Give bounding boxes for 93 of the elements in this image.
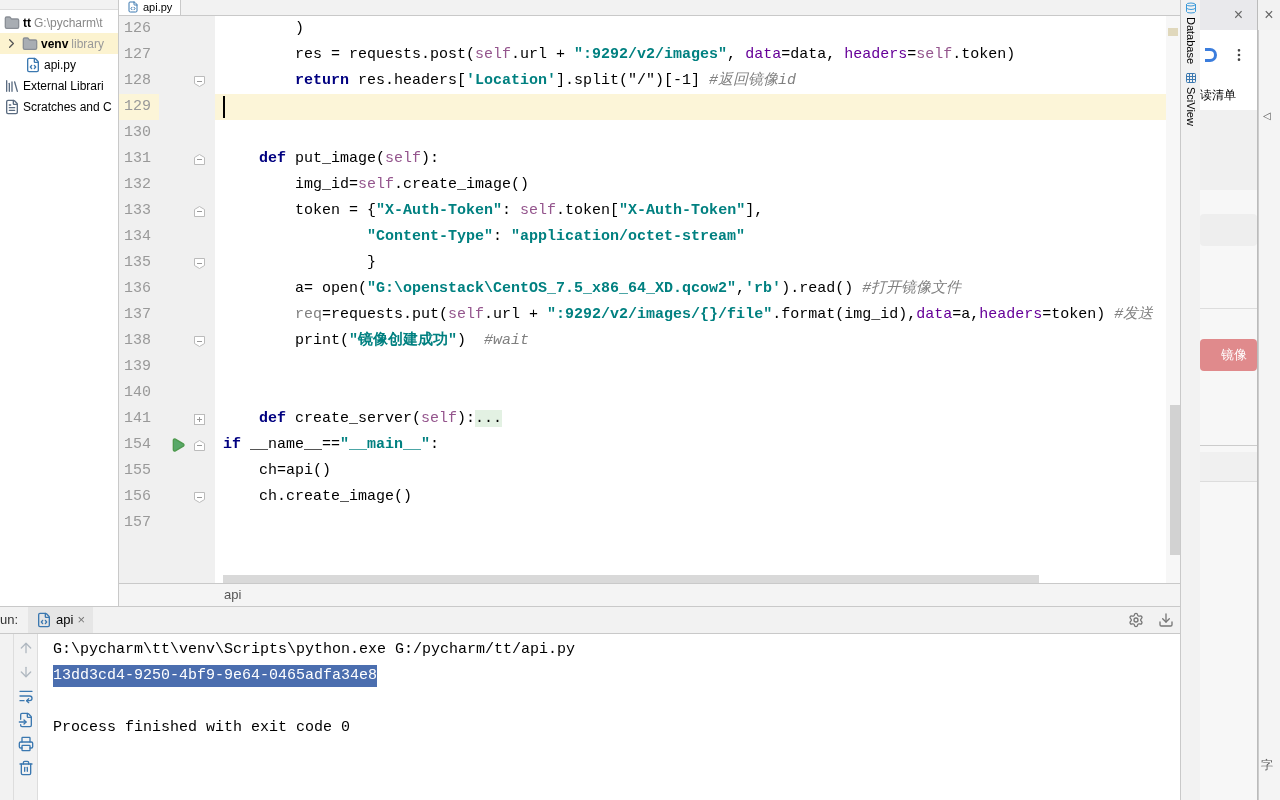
code-text: ) <box>294 18 304 39</box>
code-text: res = requests.post(self.url + ":9292/v2/images", data=data, headers=self.token) <box>294 44 1016 65</box>
close-button[interactable]: × <box>77 610 86 630</box>
code-text: def put_image(self): <box>258 148 440 169</box>
line-number: 130 <box>123 122 152 143</box>
tree-item[interactable]: tt G:\pycharm\t <box>0 12 118 33</box>
tree-note: library <box>71 35 105 53</box>
tree-label: tt <box>23 14 31 32</box>
line-number: 155 <box>123 460 152 481</box>
horizontal-scrollbar[interactable] <box>223 575 1039 583</box>
fold-icon[interactable] <box>194 75 205 87</box>
code-text: a= open("G:\openstack\CentOS_7.5_x86_64_XD.qcow2",'rb').read() #打开镜像文件 <box>294 278 962 299</box>
vertical-scrollbar[interactable] <box>1170 405 1180 555</box>
close-button[interactable]: × <box>1233 3 1243 27</box>
wrap-icon[interactable] <box>17 688 34 704</box>
status-text: 字 <box>1261 757 1273 774</box>
fold-icon[interactable] <box>194 439 205 451</box>
run-label: un: <box>0 611 19 630</box>
code-text: token = {"X-Auth-Token": self.token["X-Auth-Token"], <box>294 200 764 221</box>
line-number: 129 <box>119 94 159 120</box>
tab-label: api.py <box>143 1 173 13</box>
error-marker <box>1168 28 1178 36</box>
extension-icon[interactable] <box>1205 48 1217 62</box>
line-number: 136 <box>123 278 152 299</box>
fold-icon[interactable] <box>194 335 205 347</box>
line-number: 154 <box>123 434 152 455</box>
line-number: 137 <box>123 304 152 325</box>
python-file-icon <box>25 56 41 73</box>
import-icon[interactable] <box>17 712 34 728</box>
line-number: 133 <box>123 200 152 221</box>
line-number: 135 <box>123 252 152 273</box>
download-icon[interactable] <box>1158 612 1174 628</box>
scroll-left-button[interactable]: ◁ <box>1263 108 1271 123</box>
line-number: 139 <box>123 356 152 377</box>
tree-item[interactable]: Scratches and C <box>0 96 118 117</box>
line-number: 141 <box>123 408 152 429</box>
close-button[interactable]: × <box>1264 3 1274 27</box>
tool-window-tab[interactable]: Database <box>1182 2 1199 65</box>
tree-item[interactable]: venv library <box>0 33 118 54</box>
tree-label: External Librari <box>23 77 104 95</box>
run-tab[interactable]: api × <box>28 607 94 633</box>
trash-icon[interactable] <box>17 760 34 776</box>
fold-icon[interactable] <box>194 257 205 269</box>
code-text: ch=api() <box>258 460 332 481</box>
database-icon <box>1184 2 1197 14</box>
tool-window-tab[interactable]: SciView <box>1182 72 1199 127</box>
code-text: def create_server(self):... <box>258 408 503 429</box>
unfold-icon[interactable] <box>194 413 205 425</box>
line-number: 128 <box>123 70 152 91</box>
tree-item[interactable]: api.py <box>0 54 118 75</box>
line-number: 140 <box>123 382 152 403</box>
fold-icon[interactable] <box>194 153 205 165</box>
reading-list-button[interactable]: 读清单 <box>1200 86 1236 104</box>
code-text: ch.create_image() <box>258 486 413 507</box>
console-line: Process finished with exit code 0 <box>53 717 351 738</box>
tree-path: G:\pycharm\t <box>34 14 103 32</box>
code-text: if __name__=="__main__": <box>223 434 440 455</box>
code-text: req=requests.put(self.url + ":9292/v2/images/{}/file".format(img_id),data=a,headers=token) #发送 <box>294 304 1154 325</box>
tree-item[interactable]: External Librari <box>0 75 118 96</box>
code-text: img_id=self.create_image() <box>294 174 530 195</box>
line-number: 157 <box>123 512 152 533</box>
tree-label: Scratches and C <box>23 98 112 116</box>
editor-tab[interactable]: api.py <box>119 0 182 15</box>
line-number: 126 <box>123 18 152 39</box>
libraries-icon <box>4 77 20 94</box>
tree-label: venv <box>41 35 69 53</box>
text-cursor <box>223 96 225 118</box>
scratches-icon <box>4 98 20 115</box>
line-number: 132 <box>123 174 152 195</box>
tab-label: api <box>56 611 74 630</box>
line-number: 131 <box>123 148 152 169</box>
tree-label: api.py <box>44 56 77 74</box>
code-text: "Content-Type": "application/octet-stream" <box>366 226 746 247</box>
grid-icon <box>1184 72 1197 85</box>
run-icon[interactable] <box>170 437 186 453</box>
python-file-icon <box>36 612 53 628</box>
folder-icon <box>4 14 20 31</box>
breadcrumb[interactable]: api <box>224 585 242 605</box>
folder-icon <box>22 35 38 52</box>
line-number: 127 <box>123 44 152 65</box>
fold-icon[interactable] <box>194 205 205 217</box>
line-number: 138 <box>123 330 152 351</box>
line-number: 156 <box>123 486 152 507</box>
code-text: } <box>366 252 377 273</box>
fold-icon[interactable] <box>194 491 205 503</box>
tool-window-label: Database <box>1183 17 1198 65</box>
code-text: return res.headers['Location'].split("/")[-1] #返回镜像id <box>294 70 797 91</box>
print-icon[interactable] <box>17 736 34 752</box>
code-text: print("镜像创建成功") #wait <box>294 330 530 351</box>
python-file-icon <box>127 1 139 13</box>
tool-window-label: SciView <box>1183 87 1198 127</box>
line-number: 134 <box>123 226 152 247</box>
settings-icon[interactable] <box>1128 612 1144 628</box>
